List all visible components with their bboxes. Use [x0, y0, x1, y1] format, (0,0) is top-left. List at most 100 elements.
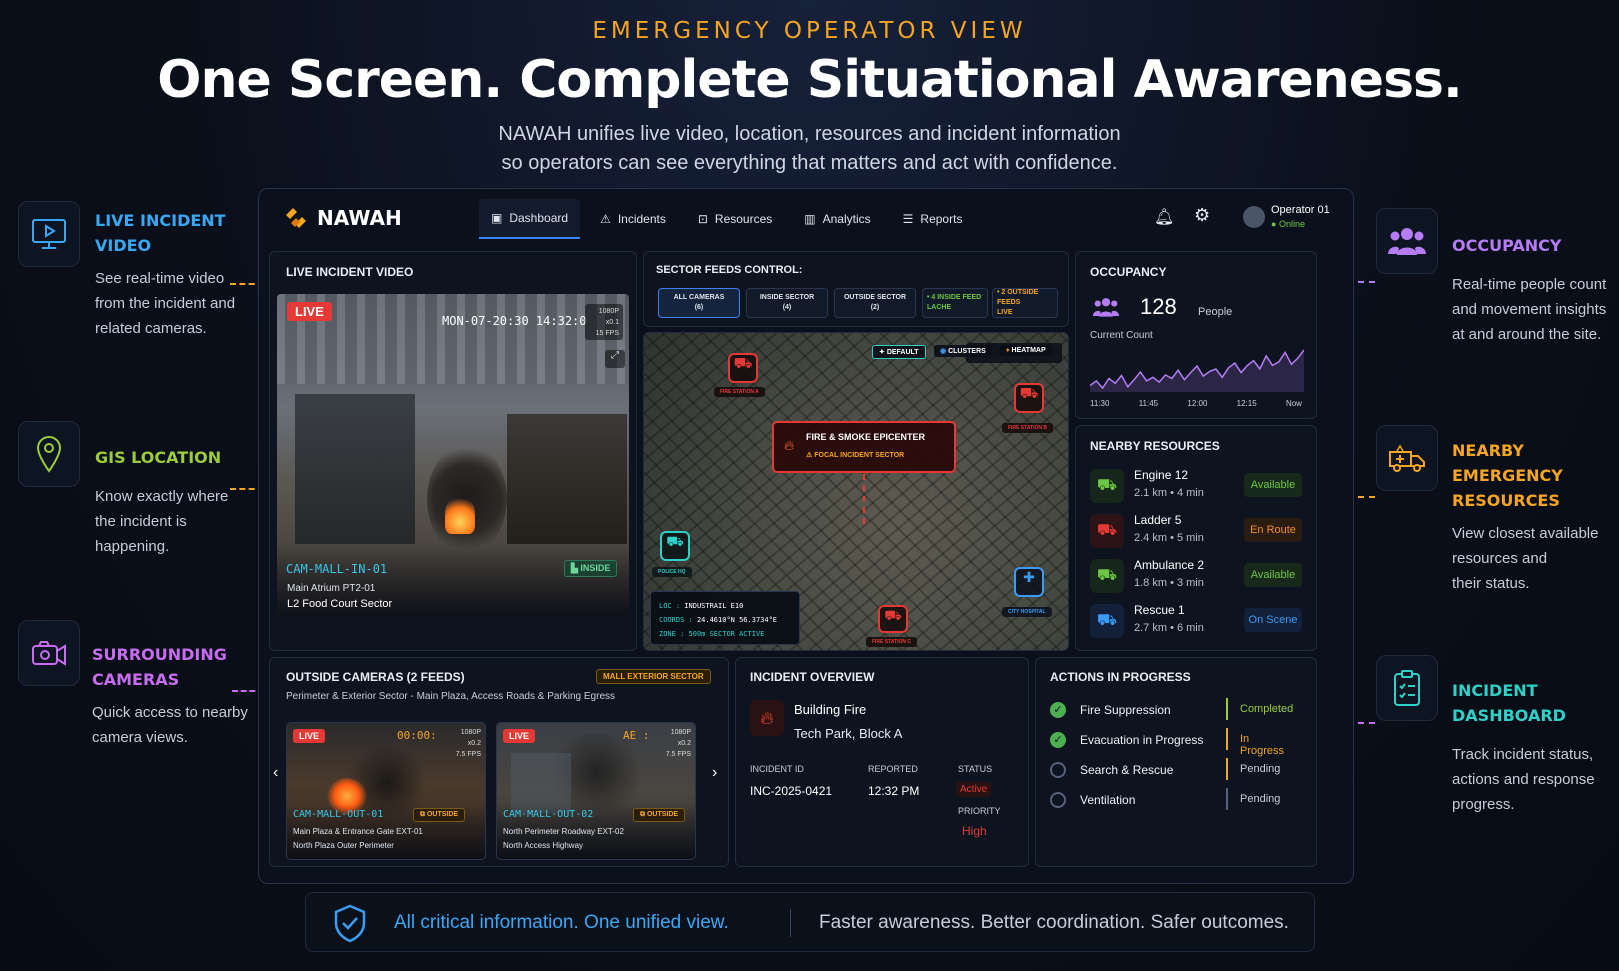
fire-station-b-marker[interactable]: ⛟: [1014, 383, 1044, 413]
callout-title: LIVE INCIDENT: [95, 211, 226, 230]
action-row[interactable]: Ventilation Pending: [1050, 788, 1296, 812]
nav-label: Analytics: [822, 212, 871, 226]
shield-check-icon: [334, 904, 366, 943]
inside-tag-text: INSIDE: [580, 563, 611, 573]
marker-label: FIRE STATION A: [714, 387, 765, 397]
mode-heatmap[interactable]: ♦ HEATMAP: [1000, 345, 1052, 356]
callout-text: camera views.: [92, 729, 188, 746]
camera-time: 00:00:: [397, 729, 437, 742]
ladder-truck-icon: ⛟: [1090, 514, 1124, 548]
resource-row[interactable]: ⛟ Rescue 1 2.7 km • 6 min On Scene: [1090, 601, 1302, 643]
chevron-right-icon[interactable]: ›: [712, 764, 717, 782]
analytics-icon: ▥: [804, 212, 816, 226]
nav-label: Incidents: [617, 212, 666, 226]
chip-outside-feeds[interactable]: • 2 OUTSIDE FEEDS LIVE: [992, 288, 1058, 318]
callout-gis: GIS LOCATION Know exactly where the inci…: [95, 445, 255, 559]
nav-analytics[interactable]: ▥ Analytics: [792, 199, 882, 239]
callout-text: See real-time video: [95, 270, 225, 287]
brand-name: NAWAH: [317, 206, 402, 230]
page-headline: One Screen. Complete Situational Awarene…: [157, 50, 1462, 110]
people-icon: [1376, 208, 1438, 274]
panel-title: OUTSIDE CAMERAS (2 FEEDS): [286, 670, 465, 684]
chip-count: LACHE: [927, 304, 952, 311]
callout-text: View closest available: [1452, 525, 1599, 542]
gear-icon[interactable]: ⚙: [1194, 205, 1210, 226]
action-row[interactable]: Search & Rescue Pending: [1050, 758, 1296, 782]
status-badge: Active: [956, 782, 992, 797]
nav-resources[interactable]: ⊡ Resources: [686, 199, 784, 239]
nav-dashboard[interactable]: ▣ Dashboard: [479, 199, 581, 239]
camera-thumbnail[interactable]: LIVE 00:00: 1080P x0.2 7.5 FPS CAM-MALL-…: [286, 722, 486, 860]
callout-title: INCIDENT DASHBOARD: [1452, 681, 1566, 725]
resource-name: Ambulance 2: [1134, 558, 1205, 572]
fire-station-c-marker[interactable]: ⛟: [878, 605, 908, 633]
chip-all-cameras[interactable]: ALL CAMERAS (6): [658, 288, 740, 318]
gis-map[interactable]: ✦ DEFAULT ◉ CLUSTERS ♦ HEATMAP 🔥︎ FIRE &…: [643, 332, 1069, 651]
loc-label: LOC :: [659, 602, 681, 610]
chip-count: LIVE: [997, 309, 1013, 316]
marker-label: POLICE HQ: [652, 567, 692, 577]
expand-icon[interactable]: ⤢: [605, 350, 625, 368]
chip-label: INSIDE SECTOR: [759, 294, 815, 301]
chip-inside-feeds[interactable]: • 4 INSIDE FEED LACHE: [922, 288, 988, 318]
action-status: Pending: [1240, 793, 1281, 805]
camera-resolution: 1080P: [460, 729, 481, 736]
city-hospital-marker[interactable]: ✚: [1014, 567, 1044, 597]
callout-title: NEARBY EMERGENCY: [1452, 441, 1563, 485]
chevron-left-icon[interactable]: ‹: [273, 764, 278, 782]
resource-meta: 1.8 km • 3 min: [1134, 577, 1204, 589]
incident-place: Tech Park, Block A: [794, 726, 903, 741]
callout-text: from the incident and: [95, 295, 236, 312]
camera-zoom: x0.2: [467, 740, 481, 747]
action-row[interactable]: ✓ Fire Suppression Completed: [1050, 698, 1296, 722]
nav-reports[interactable]: ☰ Reports: [891, 199, 975, 239]
callout-title: CAMERAS: [92, 670, 180, 689]
nav-incidents[interactable]: ⚠ Incidents: [588, 199, 678, 239]
field-label: INCIDENT ID: [750, 764, 804, 774]
resource-row[interactable]: ⛟ Ladder 5 2.4 km • 5 min En Route: [1090, 511, 1302, 553]
sector-tag: MALL EXTERIOR SECTOR: [596, 669, 711, 684]
mode-clusters[interactable]: ◉ CLUSTERS: [934, 345, 992, 357]
fire-truck-icon: ⛟: [1090, 469, 1124, 503]
video-feed[interactable]: LIVE MON-07-20:30 14:32:0 1080P x0.1 15 …: [277, 294, 629, 616]
fire-icon: 🔥︎: [750, 700, 784, 736]
camera-sector: North Access Highway: [503, 841, 584, 850]
nav-label: Resources: [714, 212, 773, 226]
user-status-text: Online: [1278, 219, 1305, 229]
location-readout: LOC : INDUSTRAIL E10 COORDS : 24.4610°N …: [650, 591, 800, 645]
callout-occupancy: OCCUPANCY Real-time people count and mov…: [1452, 233, 1617, 347]
outside-tag-text: OUTSIDE: [426, 811, 459, 818]
panel-title: SECTOR FEEDS CONTROL:: [656, 264, 803, 276]
chip-label: ALL CAMERAS: [673, 294, 725, 301]
loc-value: INDUSTRAIL E10: [684, 602, 744, 610]
zone-value: 500m SECTOR ACTIVE: [688, 630, 765, 638]
bell-icon[interactable]: 🔔︎: [1154, 207, 1174, 227]
mode-default[interactable]: ✦ DEFAULT: [872, 345, 926, 359]
video-fps: 15 FPS: [595, 330, 619, 337]
camera-time: AE :: [623, 729, 650, 742]
panel-title: INCIDENT OVERVIEW: [750, 670, 875, 684]
action-row[interactable]: ✓ Evacuation in Progress In Progress: [1050, 728, 1296, 757]
police-hq-marker[interactable]: ⛟: [660, 531, 690, 561]
fire-icon: 🔥︎: [784, 437, 795, 453]
field-label: PRIORITY: [958, 806, 1001, 816]
chip-inside-sector[interactable]: INSIDE SECTOR (4): [746, 288, 828, 318]
epicenter-card[interactable]: 🔥︎ FIRE & SMOKE EPICENTER ⚠ FOCAL INCIDE…: [772, 421, 956, 473]
user-status: ● Online: [1271, 219, 1305, 229]
box-icon: ⊡: [697, 212, 708, 226]
resource-row[interactable]: ⛟ Engine 12 2.1 km • 4 min Available: [1090, 466, 1302, 508]
resource-row[interactable]: ⛟ Ambulance 2 1.8 km • 3 min Available: [1090, 556, 1302, 598]
brand-logo[interactable]: NAWAH: [283, 205, 402, 231]
people-icon: [1092, 296, 1120, 324]
camera-thumbnail[interactable]: LIVE AE : 1080P x0.2 7.5 FPS CAM-MALL-OU…: [496, 722, 696, 860]
outside-tag: ⧉ OUTSIDE: [413, 808, 466, 822]
zone-label: ZONE :: [659, 630, 685, 638]
inside-tag: ▙ INSIDE: [564, 560, 618, 577]
avatar[interactable]: [1243, 206, 1265, 228]
fire-station-a-marker[interactable]: ⛟: [728, 353, 758, 383]
camera-zoom: x0.2: [677, 740, 691, 747]
epicenter-title: FIRE & SMOKE EPICENTER: [806, 432, 926, 442]
chip-count: (4): [782, 304, 792, 311]
chip-outside-sector[interactable]: OUTSIDE SECTOR (2): [834, 288, 916, 318]
chip-label: • 4 INSIDE FEED: [927, 294, 982, 301]
